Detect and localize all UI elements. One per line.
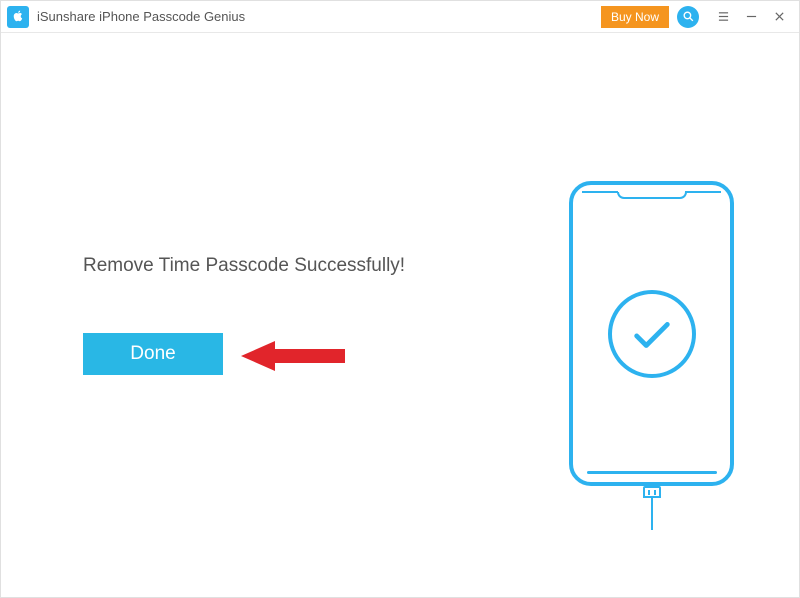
phone-screen-edge-icon [582,191,618,193]
buy-now-button[interactable]: Buy Now [601,6,669,28]
window-title: iSunshare iPhone Passcode Genius [37,9,601,24]
search-icon[interactable] [677,6,699,28]
done-button[interactable]: Done [83,333,223,375]
phone-body-icon [569,181,734,486]
success-checkmark-icon [608,290,696,378]
phone-illustration [569,181,734,531]
app-logo-icon [7,6,29,28]
arrow-annotation-icon [233,333,353,379]
hamburger-menu-icon[interactable] [709,3,737,31]
titlebar: iSunshare iPhone Passcode Genius Buy Now [1,1,799,33]
success-message: Remove Time Passcode Successfully! [83,255,405,277]
app-window: iSunshare iPhone Passcode Genius Buy Now… [0,0,800,598]
phone-cable-icon [637,486,667,531]
phone-notch-icon [617,192,687,199]
phone-home-indicator-icon [587,471,717,474]
phone-screen-edge-icon [685,191,721,193]
close-button[interactable] [765,3,793,31]
main-content: Remove Time Passcode Successfully! Done [1,33,799,597]
minimize-button[interactable] [737,3,765,31]
